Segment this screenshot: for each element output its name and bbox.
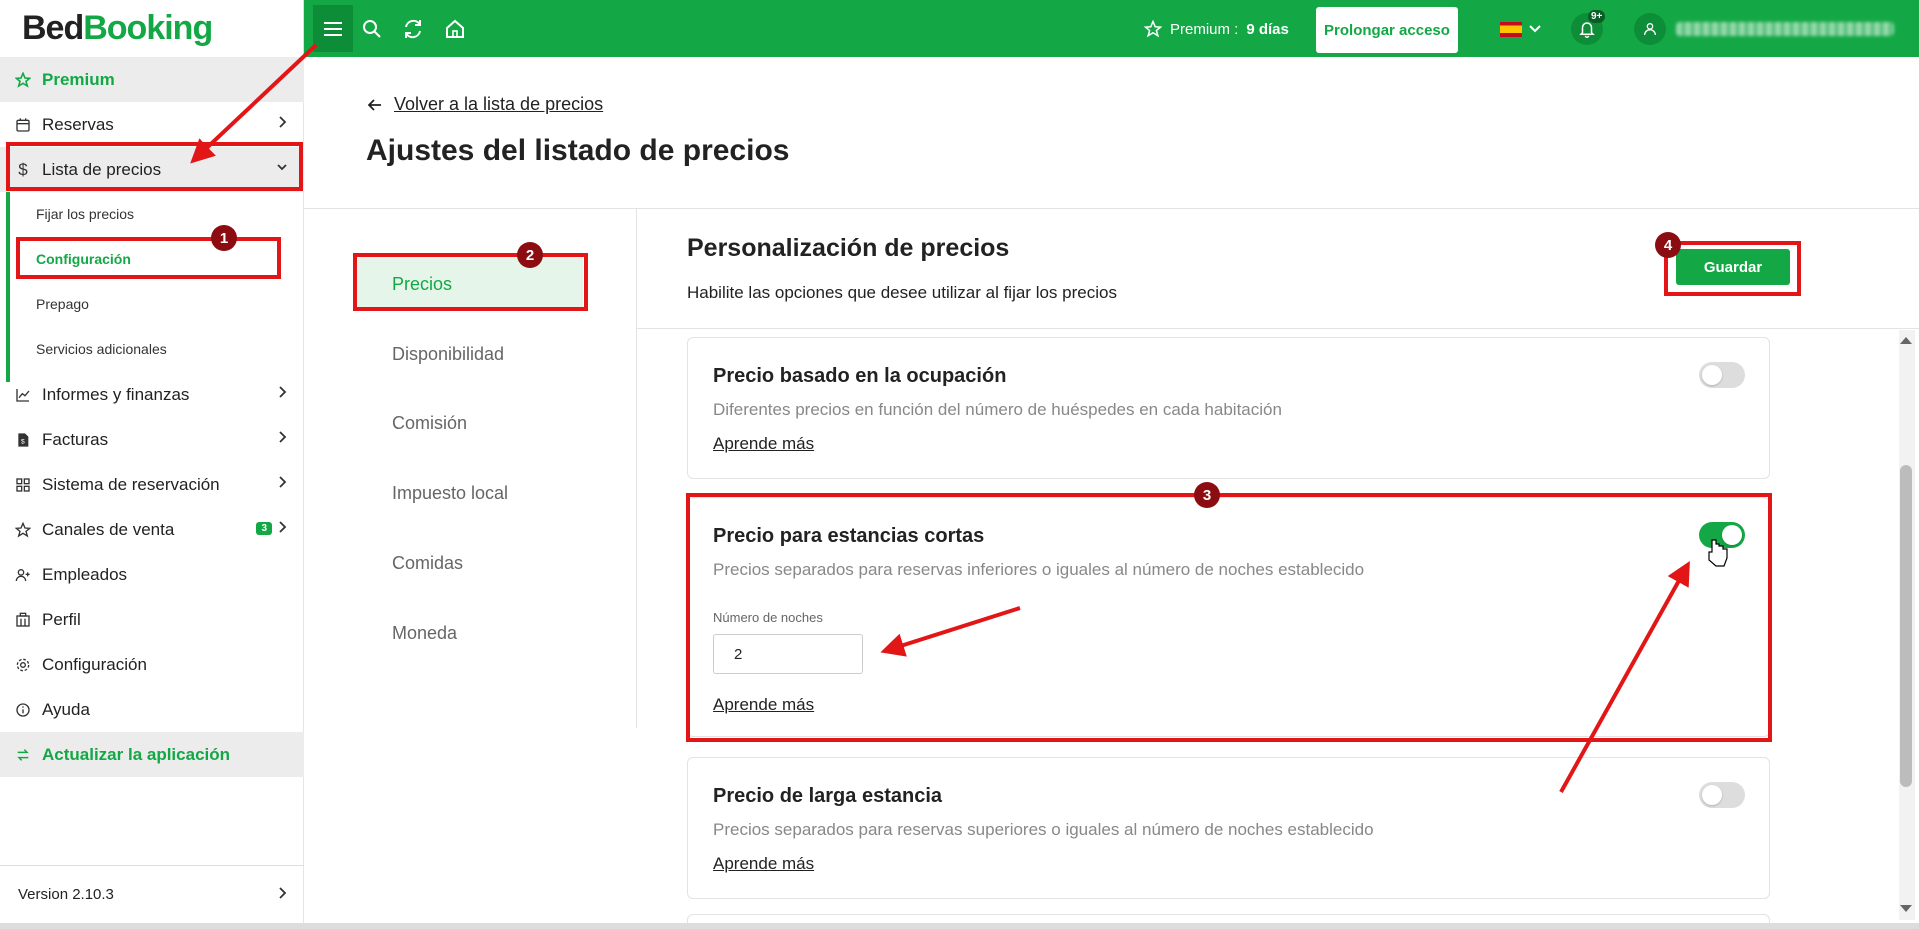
annotation-number-4: 4 — [1655, 232, 1681, 258]
divider — [636, 208, 637, 728]
annotation-number-2: 2 — [517, 242, 543, 268]
learn-more-link[interactable]: Aprende más — [713, 434, 814, 454]
grid-icon — [14, 476, 32, 494]
sidebar-subitem-servicios-adicionales[interactable]: Servicios adicionales — [36, 341, 167, 357]
tab-comision[interactable]: Comisión — [392, 413, 467, 434]
refresh-button[interactable] — [396, 12, 430, 46]
chevron-right-icon — [279, 476, 287, 488]
sidebar-item-reservas[interactable]: Reservas — [0, 102, 304, 147]
annotation-number-1: 1 — [211, 225, 237, 251]
info-icon — [14, 701, 32, 719]
arrow-left-icon — [368, 98, 381, 111]
logo-area: BedBooking — [0, 0, 304, 57]
app-logo[interactable]: BedBooking — [22, 9, 213, 48]
chevron-right-icon — [279, 431, 287, 443]
prolong-access-button[interactable]: Prolongar acceso — [1316, 7, 1458, 53]
card-description: Diferentes precios en función del número… — [713, 400, 1282, 419]
sidebar-item-canales-venta[interactable]: Canales de venta 3 — [0, 507, 304, 552]
back-to-price-list-link[interactable]: Volver a la lista de precios — [368, 94, 603, 115]
tab-impuesto-local[interactable]: Impuesto local — [392, 483, 508, 504]
window-bottom-edge — [0, 923, 1919, 929]
annotation-box-configuracion — [16, 237, 281, 279]
pricing-option-card: Precio basado en la ocupación Diferentes… — [687, 337, 1770, 479]
divider — [637, 328, 1919, 329]
annotation-box-save — [1664, 241, 1801, 296]
scroll-up-arrow-icon[interactable] — [1900, 337, 1912, 344]
scroll-down-arrow-icon[interactable] — [1900, 905, 1912, 912]
user-name-blurred[interactable] — [1676, 22, 1894, 36]
user-avatar-button[interactable] — [1634, 13, 1666, 45]
tab-disponibilidad[interactable]: Disponibilidad — [392, 344, 504, 365]
tab-moneda[interactable]: Moneda — [392, 623, 457, 644]
star-icon — [1144, 20, 1162, 38]
chevron-right-icon — [279, 116, 287, 128]
notification-count-badge: 9+ — [1588, 10, 1606, 23]
occupancy-pricing-toggle[interactable] — [1699, 362, 1745, 388]
user-icon — [1644, 23, 1656, 36]
add-user-icon — [14, 566, 32, 584]
building-icon — [14, 611, 32, 629]
sidebar-item-informes[interactable]: Informes y finanzas — [0, 372, 304, 417]
search-button[interactable] — [355, 12, 389, 46]
home-button[interactable] — [438, 12, 472, 46]
annotation-number-3: 3 — [1194, 482, 1220, 508]
channels-count-badge: 3 — [256, 522, 272, 535]
sidebar-subitem-fijar-precios[interactable]: Fijar los precios — [36, 206, 134, 222]
pricing-option-card: Precio de larga estancia Precios separad… — [687, 757, 1770, 899]
sync-icon — [14, 746, 32, 764]
annotation-box-short-stay — [686, 493, 1772, 742]
gear-icon — [14, 656, 32, 674]
card-title: Precio basado en la ocupación — [713, 365, 1007, 387]
spain-flag-icon[interactable] — [1500, 22, 1522, 37]
sidebar-subitem-prepago[interactable]: Prepago — [36, 296, 89, 312]
scrollbar-thumb[interactable] — [1900, 465, 1912, 787]
sidebar-submenu-lista-precios: Fijar los precios Configuración Prepago … — [6, 192, 304, 382]
card-description: Precios separados para reservas superior… — [713, 820, 1374, 839]
learn-more-link[interactable]: Aprende más — [713, 854, 814, 874]
chart-icon — [14, 386, 32, 404]
invoice-icon: $ — [14, 431, 32, 449]
annotation-box-sidebar-lista — [6, 142, 303, 191]
search-icon — [363, 20, 381, 38]
chevron-down-icon[interactable] — [1529, 24, 1541, 34]
sidebar-item-premium[interactable]: Premium — [0, 57, 304, 102]
star-icon — [14, 521, 32, 539]
refresh-icon — [405, 19, 421, 39]
sidebar-item-configuracion[interactable]: Configuración — [0, 642, 304, 687]
page-title: Ajustes del listado de precios — [366, 134, 790, 167]
sidebar-item-ayuda[interactable]: Ayuda — [0, 687, 304, 732]
sidebar-item-facturas[interactable]: $ Facturas — [0, 417, 304, 462]
section-subtitle: Habilite las opciones que desee utilizar… — [687, 283, 1117, 302]
long-stay-pricing-toggle[interactable] — [1699, 782, 1745, 808]
version-info[interactable]: Version 2.10.3 — [0, 865, 304, 923]
premium-status: Premium :9 días — [1144, 20, 1289, 38]
menu-toggle-button[interactable] — [313, 5, 353, 52]
sidebar-item-empleados[interactable]: Empleados — [0, 552, 304, 597]
calendar-icon — [14, 116, 32, 134]
chevron-right-icon — [279, 386, 287, 398]
svg-text:$: $ — [21, 438, 25, 445]
section-title: Personalización de precios — [687, 234, 1010, 262]
home-icon — [446, 19, 464, 38]
star-icon — [14, 71, 32, 89]
chevron-right-icon — [279, 887, 287, 899]
sidebar-item-actualizar[interactable]: Actualizar la aplicación — [0, 732, 304, 777]
chevron-right-icon — [279, 521, 287, 533]
hamburger-icon — [324, 21, 342, 36]
sidebar-item-perfil[interactable]: Perfil — [0, 597, 304, 642]
tab-comidas[interactable]: Comidas — [392, 553, 463, 574]
divider — [304, 208, 1919, 209]
sidebar-item-sistema-reservacion[interactable]: Sistema de reservación — [0, 462, 304, 507]
card-title: Precio de larga estancia — [713, 785, 943, 807]
annotation-box-tab-precios — [353, 253, 588, 311]
